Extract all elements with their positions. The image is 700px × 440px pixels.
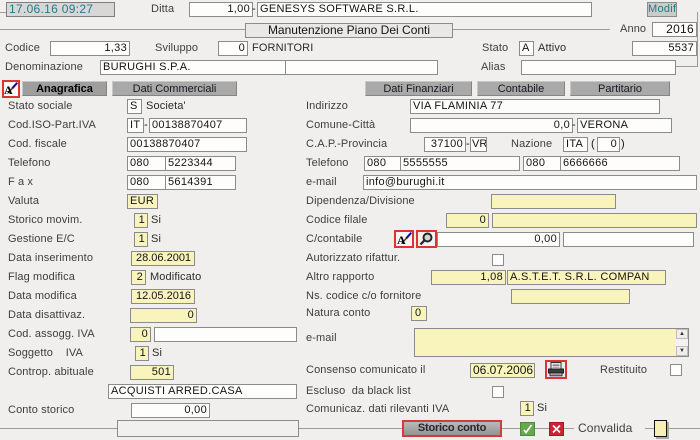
svg-text:A: A: [397, 233, 406, 246]
svg-text:A: A: [4, 83, 13, 96]
